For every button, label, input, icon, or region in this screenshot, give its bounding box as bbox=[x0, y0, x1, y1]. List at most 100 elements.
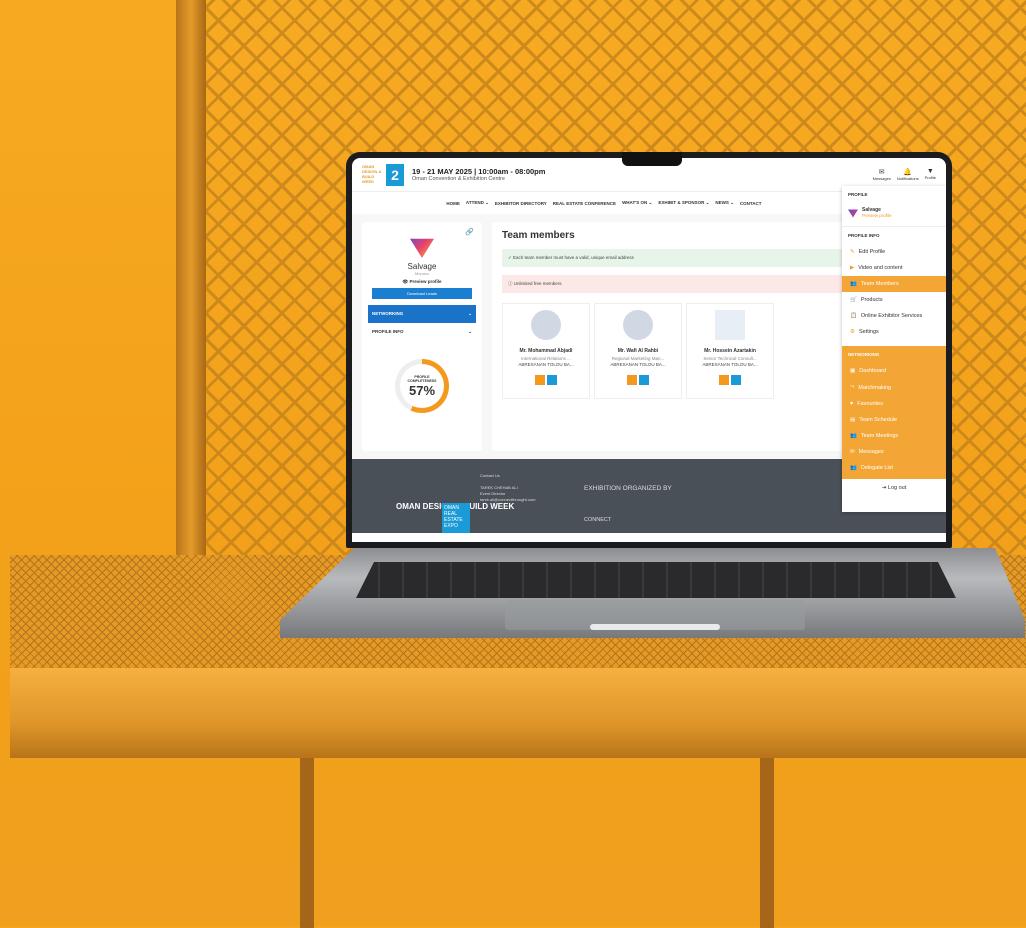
browser-viewport: OMAN DESIGN & BUILD WEEK 2 19 - 21 MAY 2… bbox=[352, 158, 946, 542]
calendar-icon: ▤ bbox=[850, 417, 856, 423]
menu-dashboard[interactable]: ▦ Dashboard bbox=[842, 363, 946, 379]
pencil-icon: ✎ bbox=[850, 249, 855, 255]
profile-dropdown-menu: PROFILE Salvage Preview profile PROFILE … bbox=[842, 186, 946, 512]
member-role: International Relations ... bbox=[521, 356, 571, 361]
nav-exhibit-sponsor[interactable]: EXHIBIT & SPONSOR ⌄ bbox=[658, 200, 709, 206]
contact-title: Contact Us bbox=[480, 473, 500, 478]
nav-attend[interactable]: ATTEND ⌄ bbox=[466, 200, 489, 206]
menu-label: Delegate List bbox=[860, 465, 893, 471]
menu-edit-profile[interactable]: ✎ Edit Profile bbox=[842, 244, 946, 260]
menu-settings[interactable]: ⚙ Settings bbox=[842, 324, 946, 340]
dropdown-user[interactable]: Salvage Preview profile bbox=[842, 203, 946, 227]
completeness-label: PROFILE COMPLETENESS bbox=[407, 374, 437, 383]
member-name: Mr. Wafi Al Rahbi bbox=[617, 348, 659, 354]
event-info: 19 - 21 MAY 2025 | 10:00am - 08:00pm Oma… bbox=[412, 167, 545, 182]
download-leads-button[interactable]: Download Leads bbox=[372, 288, 472, 299]
dropdown-profile-info-header: PROFILE INFO bbox=[848, 233, 880, 238]
heart-icon: ♥ bbox=[850, 401, 854, 407]
menu-team-meetings[interactable]: 👥 Team Meetings bbox=[842, 428, 946, 444]
envelope-icon: ✉ bbox=[878, 169, 885, 176]
accordion-profile-info[interactable]: PROFILE INFO ⌄ bbox=[368, 323, 476, 341]
nav-contact[interactable]: CONTACT bbox=[740, 201, 762, 206]
edit-icon[interactable] bbox=[719, 375, 729, 385]
completeness-value: 57% bbox=[408, 382, 436, 398]
menu-products[interactable]: 🛒 Products bbox=[842, 292, 946, 308]
menu-video-content[interactable]: ▶ Video and content bbox=[842, 260, 946, 276]
dropdown-preview-link[interactable]: Preview profile bbox=[862, 213, 892, 218]
notifications-label: Notifications bbox=[896, 176, 919, 181]
profile-button[interactable]: ▼ Profile bbox=[925, 168, 936, 181]
menu-label: Favourites bbox=[857, 401, 883, 407]
laptop-hinge bbox=[590, 624, 720, 630]
nav-whats-on[interactable]: WHAT'S ON ⌄ bbox=[622, 200, 652, 206]
notifications-button[interactable]: 🔔 Notifications bbox=[897, 168, 919, 181]
profile-icon: ▼ bbox=[926, 168, 934, 175]
menu-label: Matchmaking bbox=[858, 384, 892, 391]
menu-label: Settings bbox=[858, 329, 879, 335]
envelope-icon: ✉ bbox=[850, 449, 855, 455]
users-icon: 👥 bbox=[850, 281, 857, 287]
gauge-center: PROFILE COMPLETENESS 57% bbox=[400, 364, 444, 408]
footer-connect: CONNECT bbox=[584, 517, 612, 523]
chair-post bbox=[176, 0, 206, 560]
cart-icon: 🛒 bbox=[850, 297, 857, 303]
menu-delegate-list[interactable]: 👥 Delegate List bbox=[842, 460, 946, 479]
nav-home[interactable]: HOME bbox=[446, 201, 460, 206]
preview-profile-link[interactable]: 👁 Preview profile bbox=[368, 279, 476, 285]
member-actions bbox=[535, 375, 557, 385]
edit-icon[interactable] bbox=[627, 375, 637, 385]
menu-label: Messages bbox=[858, 449, 884, 455]
member-photo bbox=[531, 310, 561, 340]
member-photo bbox=[623, 310, 653, 340]
profile-sidebar: 🔗 Salvage Monaco 👁 Preview profile Downl… bbox=[362, 222, 482, 451]
chair-leg bbox=[760, 758, 774, 928]
laptop-keyboard bbox=[356, 562, 956, 598]
networking-section: NETWORKING ▦ Dashboard ⤳ Matchmaking ♥ Favo… bbox=[842, 346, 946, 479]
site-logo[interactable]: OMAN DESIGN & BUILD WEEK bbox=[362, 164, 382, 186]
member-company: ABRESANAN TOLOU BA... bbox=[518, 362, 574, 367]
footer-contact: Contact Us TAREK CHEHAB ALI Event Direct… bbox=[480, 473, 535, 503]
menu-favourites[interactable]: ♥ Favourites bbox=[842, 396, 946, 412]
menu-label: Team Members bbox=[860, 281, 899, 287]
edit-icon[interactable] bbox=[535, 375, 545, 385]
menu-team-schedule[interactable]: ▤ Team Schedule bbox=[842, 412, 946, 428]
accordion-networking[interactable]: NETWORKING ⌄ bbox=[368, 305, 476, 323]
menu-label: Products bbox=[860, 297, 883, 303]
chevron-down-icon: ⌄ bbox=[468, 329, 472, 334]
company-avatar bbox=[410, 238, 434, 258]
video-icon: ▶ bbox=[850, 265, 855, 271]
link-icon[interactable]: 🔗 bbox=[465, 228, 474, 236]
footer-logo-real-estate: OMAN REAL ESTATE EXPO bbox=[442, 503, 470, 533]
member-card: Mr. Mohammad Abjadi International Relati… bbox=[502, 303, 590, 399]
messages-button[interactable]: ✉ Messages bbox=[873, 168, 891, 181]
accordion-profile-info-label: PROFILE INFO bbox=[372, 329, 404, 334]
menu-label: Online Exhibitor Services bbox=[860, 313, 923, 319]
delete-icon[interactable] bbox=[639, 375, 649, 385]
nav-news[interactable]: NEWS ⌄ bbox=[715, 200, 734, 206]
delete-icon[interactable] bbox=[731, 375, 741, 385]
nav-exhibitor-directory[interactable]: EXHIBITOR DIRECTORY bbox=[495, 201, 547, 206]
menu-messages[interactable]: ✉ Messages bbox=[842, 444, 946, 460]
alert-ok-text: Each team member must have a valid, uniq… bbox=[513, 255, 634, 260]
event-venue: Oman Convention & Exhibition Centre bbox=[412, 176, 505, 182]
menu-team-members[interactable]: 👥 Team Members bbox=[842, 276, 946, 292]
member-name: Mr. Hossein Azartakin bbox=[704, 348, 756, 354]
menu-online-exhibitor-services[interactable]: 📋 Online Exhibitor Services bbox=[842, 308, 946, 324]
meetings-icon: 👥 bbox=[850, 433, 857, 439]
header-icons: ✉ Messages 🔔 Notifications ▼ Profile bbox=[873, 168, 936, 181]
chevron-down-icon: ⌄ bbox=[468, 311, 472, 316]
menu-label: Video and content bbox=[858, 265, 903, 271]
menu-matchmaking[interactable]: ⤳ Matchmaking bbox=[842, 379, 946, 396]
member-actions bbox=[719, 375, 741, 385]
clipboard-icon: 📋 bbox=[850, 313, 857, 319]
footer-organized-by: EXHIBITION ORGANIZED BY bbox=[584, 485, 672, 492]
profile-completeness-gauge: PROFILE COMPLETENESS 57% bbox=[395, 359, 449, 413]
chair-rail bbox=[10, 668, 1026, 758]
member-company: ABRESANAN TOLOU BA... bbox=[702, 362, 758, 367]
preview-profile-label: Preview profile bbox=[409, 279, 442, 284]
company-location: Monaco bbox=[414, 271, 430, 276]
delete-icon[interactable] bbox=[547, 375, 557, 385]
nav-real-estate-conference[interactable]: REAL ESTATE CONFERENCE bbox=[553, 201, 616, 206]
logout-button[interactable]: ⇥ Log out bbox=[842, 479, 946, 497]
member-photo bbox=[715, 310, 745, 340]
